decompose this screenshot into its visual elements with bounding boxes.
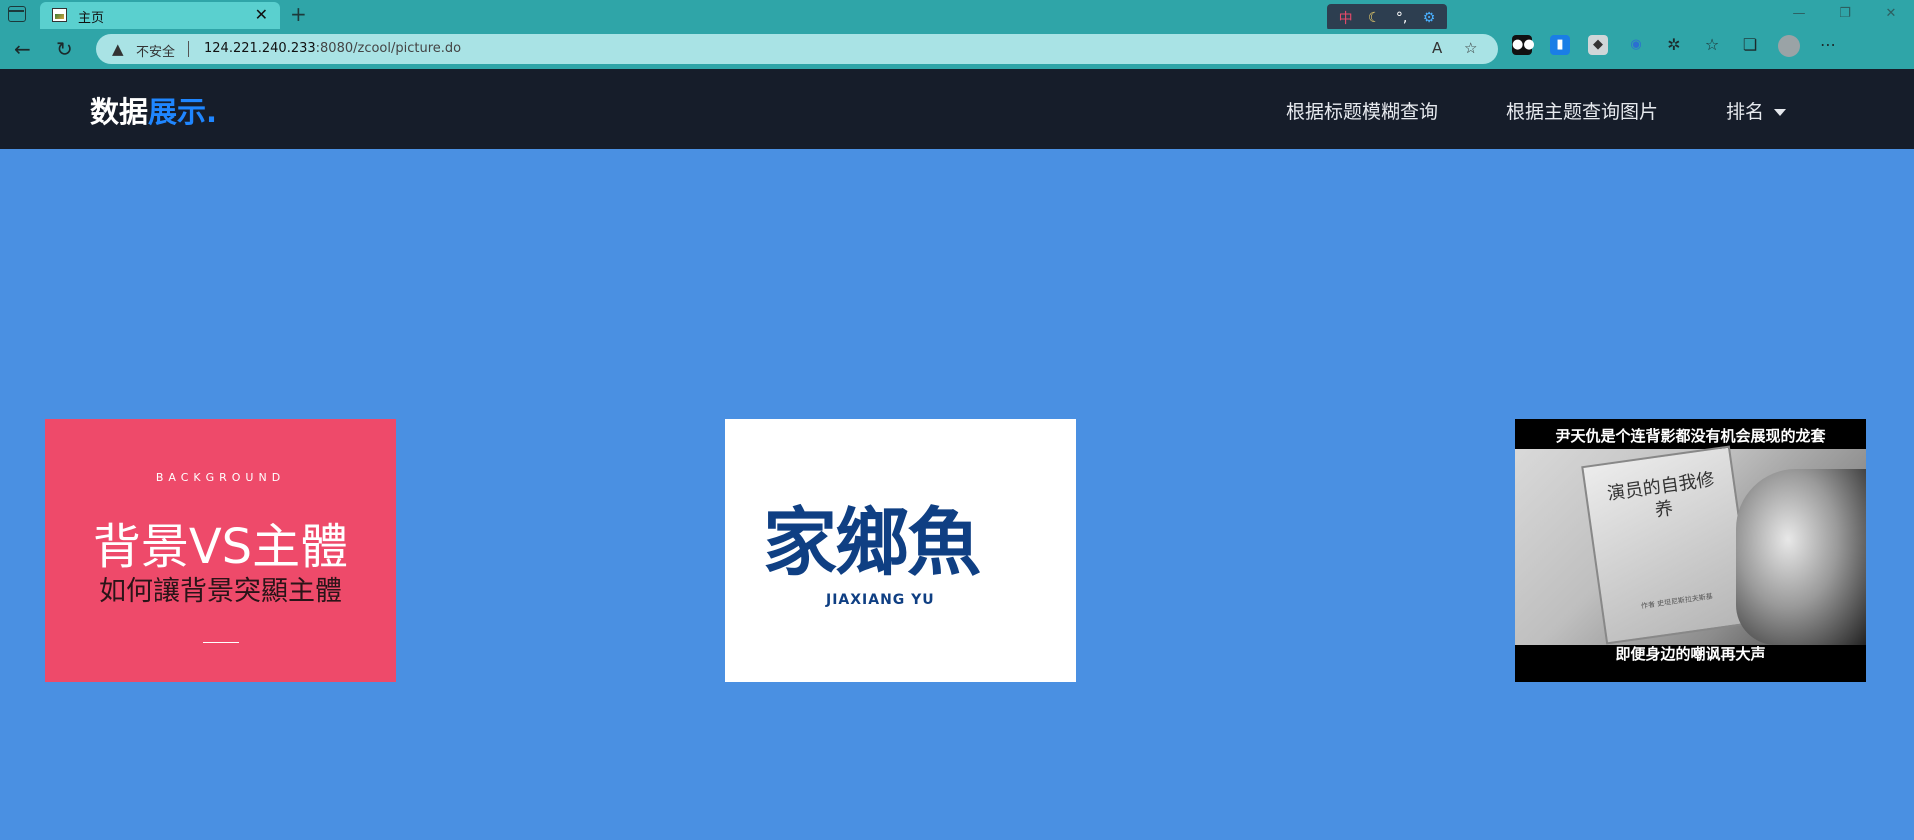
more-menu-icon[interactable]: ⋯ bbox=[1818, 35, 1838, 55]
brand-part1: 数据 bbox=[90, 95, 149, 129]
logo-latin-text: JIAXIANG YU bbox=[826, 592, 935, 608]
extensions-puzzle-icon[interactable]: ✲ bbox=[1664, 35, 1684, 55]
brand-part2: 展示. bbox=[148, 95, 218, 129]
nav-fuzzy-title-search[interactable]: 根据标题模糊查询 bbox=[1286, 97, 1438, 124]
collections-icon[interactable]: ❏ bbox=[1740, 35, 1760, 55]
site-brand[interactable]: 数据展示. bbox=[90, 89, 217, 131]
ime-chinese-icon[interactable]: 中 bbox=[1339, 8, 1353, 28]
face-illustration bbox=[1736, 469, 1866, 645]
card-divider bbox=[203, 642, 239, 643]
browser-tab-bar: 主页 ✕ + 中 ☾ °, ⚙ — ❐ ✕ bbox=[0, 0, 1914, 31]
address-divider bbox=[188, 41, 189, 57]
new-tab-button[interactable]: + bbox=[290, 2, 307, 26]
extension-globe-icon[interactable]: ◉ bbox=[1626, 35, 1646, 55]
nav-topic-search[interactable]: 根据主题查询图片 bbox=[1506, 97, 1658, 124]
card-subtitle: 如何讓背景突顯主體 bbox=[99, 576, 342, 607]
card-eyebrow: BACKGROUND bbox=[155, 471, 286, 484]
book-title: 演员的自我修养 bbox=[1605, 469, 1716, 522]
ranking-label: 排名 bbox=[1726, 101, 1765, 123]
warning-icon[interactable]: ▲ bbox=[112, 40, 124, 58]
caret-down-icon bbox=[1774, 109, 1787, 116]
meme-top-caption: 尹天仇是个连背影都没有机会展现的龙套 bbox=[1555, 427, 1826, 445]
minimize-button[interactable]: — bbox=[1776, 0, 1822, 29]
close-tab-icon[interactable]: ✕ bbox=[255, 5, 268, 24]
favorite-star-icon[interactable]: ☆ bbox=[1464, 39, 1477, 57]
refresh-icon[interactable]: ↻ bbox=[56, 37, 73, 61]
ime-punct-icon[interactable]: °, bbox=[1396, 10, 1407, 26]
site-navbar: 数据展示. 根据标题模糊查询 根据主题查询图片 排名 bbox=[0, 69, 1914, 149]
book-author: 作者 史坦尼斯拉夫斯基 bbox=[1640, 592, 1714, 611]
meme-illustration: 演员的自我修养 作者 史坦尼斯拉夫斯基 bbox=[1515, 445, 1866, 645]
image-card-jiaxiang-yu-logo[interactable]: 家鄉魚 JIAXIANG YU bbox=[725, 419, 1076, 682]
favorites-icon[interactable]: ☆ bbox=[1702, 35, 1722, 55]
ime-toolbar: 中 ☾ °, ⚙ bbox=[1327, 4, 1447, 31]
ime-gear-icon[interactable]: ⚙ bbox=[1423, 10, 1436, 26]
image-card-meme[interactable]: 演员的自我修养 作者 史坦尼斯拉夫斯基 尹天仇是个连背影都没有机会展现的龙套 即… bbox=[1515, 419, 1866, 682]
extension-blue-icon[interactable]: ▮ bbox=[1550, 35, 1570, 55]
read-aloud-icon[interactable]: A bbox=[1432, 39, 1442, 57]
book-illustration: 演员的自我修养 作者 史坦尼斯拉夫斯基 bbox=[1581, 445, 1755, 645]
tab-title: 主页 bbox=[78, 11, 105, 26]
extension-shield-icon[interactable]: ◆ bbox=[1588, 35, 1608, 55]
url-text[interactable]: 124.221.240.233:8080/zcool/picture.do bbox=[204, 41, 461, 56]
image-card-background-vs-subject[interactable]: BACKGROUND 背景VS主體 如何讓背景突顯主體 bbox=[45, 419, 396, 682]
extension-icons: ●● ▮ ◆ ◉ ✲ ☆ ❏ ⋯ bbox=[1512, 35, 1838, 57]
meme-bottom-caption: 即便身边的嘲讽再大声 bbox=[1615, 645, 1766, 663]
extension-mask-icon[interactable]: ●● bbox=[1512, 35, 1535, 55]
security-label[interactable]: 不安全 bbox=[136, 41, 175, 60]
browser-tab-active[interactable]: 主页 ✕ bbox=[40, 2, 280, 29]
ime-moon-icon[interactable]: ☾ bbox=[1368, 10, 1381, 26]
back-arrow-icon[interactable]: ← bbox=[14, 37, 31, 61]
close-window-button[interactable]: ✕ bbox=[1868, 0, 1914, 29]
profile-avatar[interactable] bbox=[1778, 35, 1800, 57]
calligraphy-logo: 家鄉魚 bbox=[763, 500, 981, 586]
address-bar[interactable]: ▲ 不安全 124.221.240.233:8080/zcool/picture… bbox=[96, 34, 1498, 64]
window-controls: — ❐ ✕ bbox=[1776, 0, 1914, 29]
nav-ranking-dropdown[interactable]: 排名 bbox=[1726, 97, 1787, 124]
favicon-icon bbox=[52, 8, 67, 22]
browser-toolbar: ← ↻ ▲ 不安全 124.221.240.233:8080/zcool/pic… bbox=[0, 29, 1914, 69]
restore-button[interactable]: ❐ bbox=[1822, 0, 1868, 29]
tab-actions-icon[interactable] bbox=[8, 6, 26, 22]
card-title: 背景VS主體 bbox=[92, 519, 349, 575]
